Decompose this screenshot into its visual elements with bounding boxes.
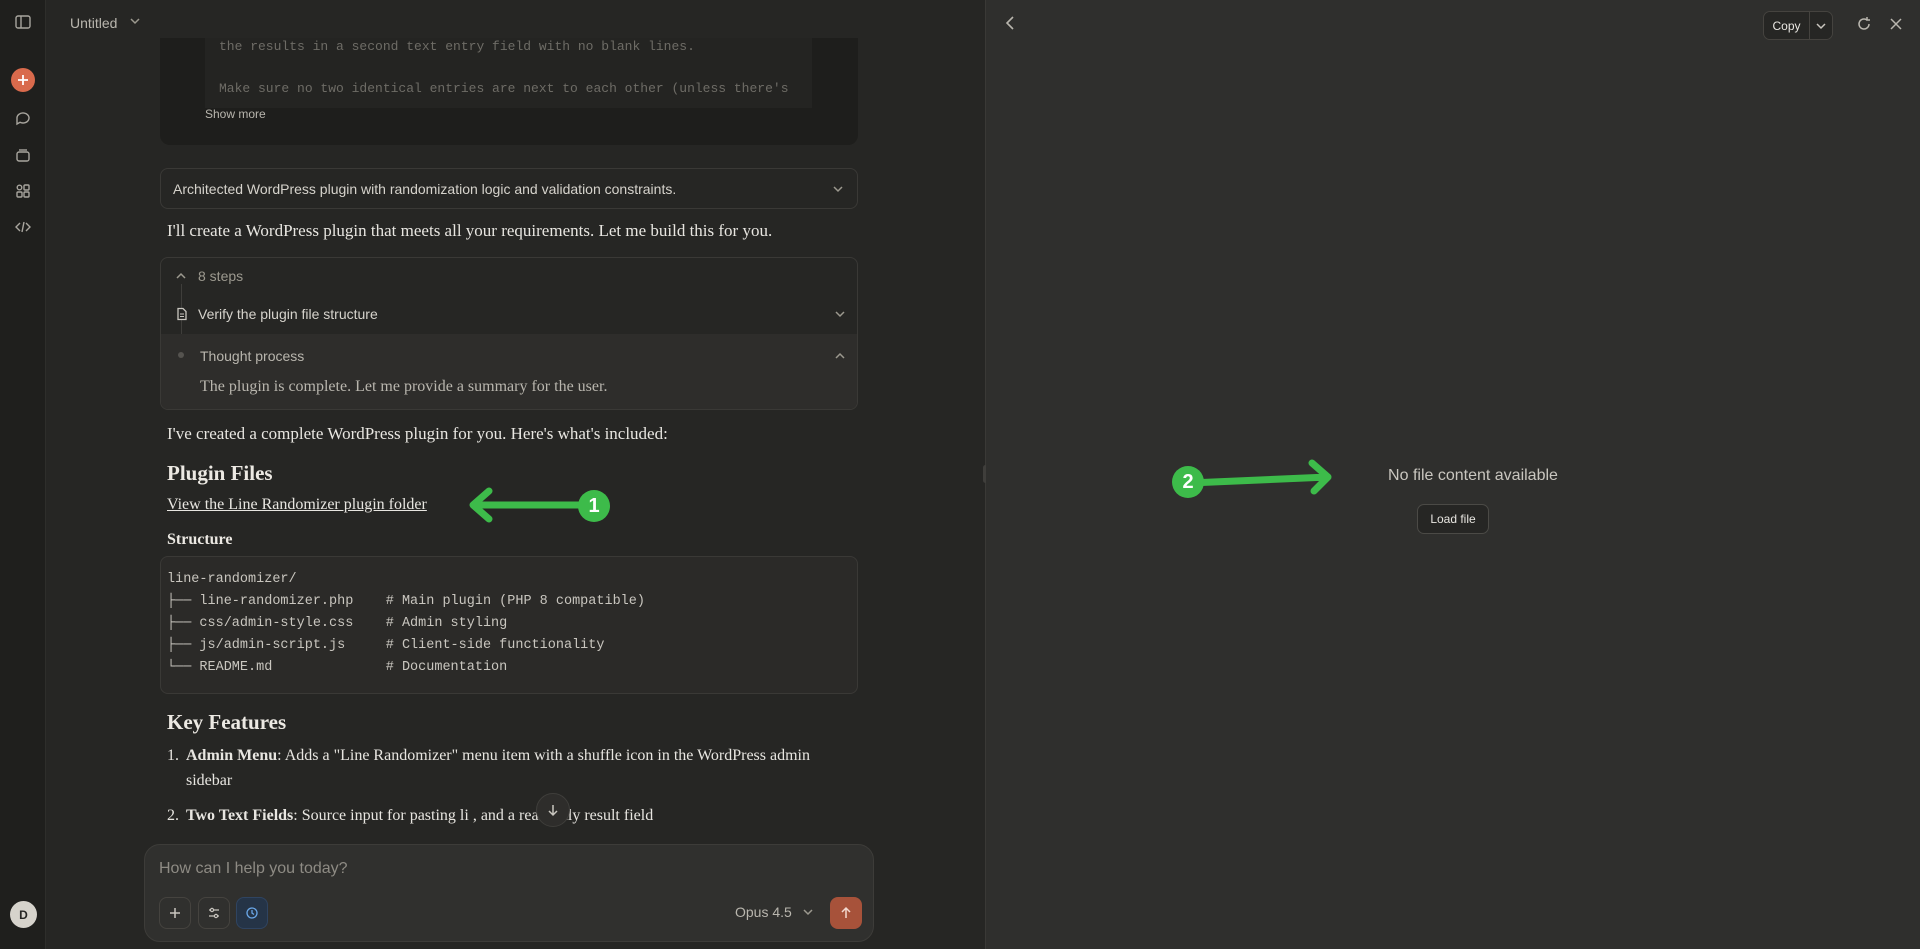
annotation-badge-1: 1 (578, 490, 610, 522)
file-icon (177, 307, 187, 321)
send-button[interactable] (830, 897, 862, 929)
scroll-to-bottom-button[interactable] (536, 793, 570, 827)
annotation-arrow-2 (1186, 459, 1332, 495)
empty-state-message: No file content available (1388, 467, 1558, 484)
thinking-summary-text: Architected WordPress plugin with random… (173, 180, 677, 197)
sidebar-toggle-icon[interactable] (11, 10, 35, 34)
steps-toggle[interactable]: 8 steps (161, 258, 857, 294)
assistant-intro: I'll create a WordPress plugin that meet… (167, 221, 773, 240)
plugin-files-heading: Plugin Files (167, 461, 273, 485)
show-more-link[interactable]: Show more (205, 107, 266, 121)
copy-options-button[interactable] (1810, 12, 1832, 39)
chat-title[interactable]: Untitled (70, 15, 117, 31)
back-button[interactable] (1002, 14, 1020, 37)
refresh-icon (1858, 17, 1870, 30)
message-input[interactable]: How can I help you today? (159, 860, 348, 878)
preview-panel: Copy No file content available Load file (986, 0, 1920, 949)
thought-title: Thought process (200, 348, 305, 364)
chat-panel: Untitled the results in a second text en… (47, 0, 1028, 949)
artifacts-icon[interactable] (11, 179, 35, 203)
refresh-button[interactable] (1855, 15, 1873, 38)
copy-button-group: Copy (1763, 11, 1833, 40)
user-avatar[interactable]: D (10, 901, 37, 928)
code-line: ├── line-randomizer.php # Main plugin (P… (167, 594, 645, 609)
thinking-summary[interactable]: Architected WordPress plugin with random… (160, 168, 858, 209)
chevron-down-icon (833, 307, 847, 324)
close-icon (1890, 18, 1902, 30)
model-selector[interactable]: Opus 4.5 (735, 904, 814, 920)
structure-heading: Structure (167, 531, 233, 548)
chevron-left-icon (1005, 16, 1014, 30)
chevron-down-icon (831, 182, 845, 199)
composer: How can I help you today? Opus 4.5 (144, 844, 874, 942)
steps-count: 8 steps (198, 268, 244, 284)
step-verify-label: Verify the plugin file structure (198, 306, 378, 322)
chevron-down-icon[interactable] (129, 14, 141, 32)
step-verify[interactable]: Verify the plugin file structure (161, 294, 857, 334)
user-message-text: the results in a second text entry field… (205, 38, 812, 108)
code-line: ├── css/admin-style.css # Admin styling (167, 616, 508, 631)
copy-button[interactable]: Copy (1764, 12, 1810, 39)
model-name: Opus 4.5 (735, 904, 792, 920)
extended-thinking-button[interactable] (236, 897, 268, 929)
load-file-button[interactable]: Load file (1417, 504, 1489, 534)
code-block: line-randomizer/ ├── line-randomizer.php… (160, 556, 858, 694)
code-line: └── README.md # Documentation (167, 660, 508, 675)
timeline-dot (178, 352, 184, 358)
projects-icon[interactable] (11, 143, 35, 167)
list-item: 1. Admin Menu: Adds a "Line Randomizer" … (167, 747, 810, 789)
chevron-down-icon (803, 909, 813, 916)
assistant-created: I've created a complete WordPress plugin… (167, 424, 668, 443)
clock-icon (246, 907, 258, 919)
sliders-icon (209, 907, 219, 919)
chevron-down-icon (1816, 22, 1826, 29)
key-features-heading: Key Features (167, 710, 287, 734)
chevron-up-icon (176, 272, 186, 279)
left-rail: D (0, 0, 46, 949)
chevron-up-icon (833, 349, 847, 368)
steps-panel: 8 steps Verify the plugin file structure… (160, 257, 858, 410)
plus-icon (170, 908, 180, 918)
code-line: ├── js/admin-script.js # Client-side fun… (167, 638, 605, 653)
close-panel-button[interactable] (1887, 15, 1905, 38)
list-item: 2. Two Text Fields: Source input for pas… (167, 807, 654, 824)
add-attachment-button[interactable] (159, 897, 191, 929)
arrow-down-icon (548, 805, 558, 817)
plugin-folder-link[interactable]: View the Line Randomizer plugin folder (167, 496, 427, 514)
tools-button[interactable] (198, 897, 230, 929)
new-chat-button[interactable] (11, 68, 35, 92)
arrow-up-icon (841, 906, 851, 918)
code-line: line-randomizer/ (167, 572, 297, 587)
thought-text: The plugin is complete. Let me provide a… (200, 378, 608, 395)
code-icon[interactable] (11, 215, 35, 239)
step-thought[interactable]: Thought process The plugin is complete. … (161, 334, 857, 409)
annotation-badge-2: 2 (1172, 466, 1204, 498)
chats-icon[interactable] (11, 107, 35, 131)
user-message: the results in a second text entry field… (160, 38, 858, 145)
